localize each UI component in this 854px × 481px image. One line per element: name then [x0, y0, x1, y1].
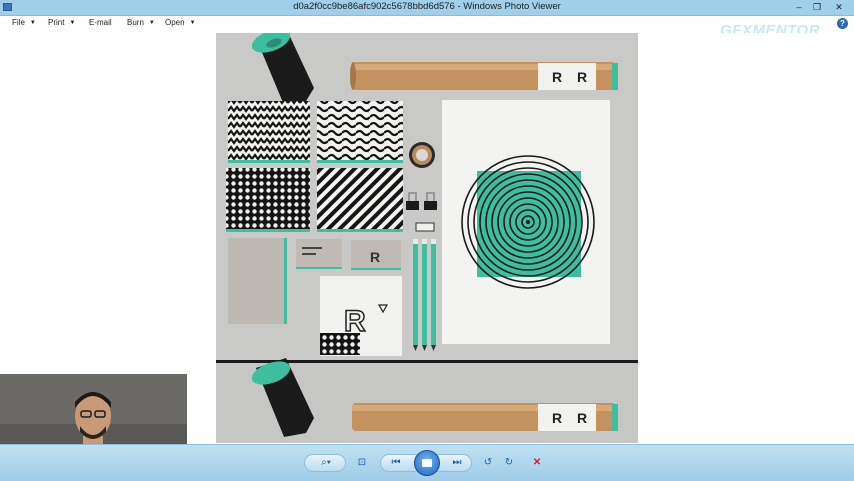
actual-size-button[interactable]: ⊡: [352, 454, 372, 472]
stationery-mockup-image: R R R R R R: [216, 33, 638, 443]
menu-burn[interactable]: Burn ▼: [127, 18, 155, 27]
svg-text:R: R: [577, 69, 587, 85]
viewer-toolbar: ⌕▾ ⊡ ⏮ ⏭ ↺ ↻ ✕: [0, 444, 854, 481]
help-icon[interactable]: ?: [837, 18, 848, 29]
menu-file[interactable]: File ▼: [12, 18, 36, 27]
envelope-and-note: R: [320, 276, 402, 356]
kraft-tube-graphic: R R: [350, 62, 618, 90]
delete-button[interactable]: ✕: [527, 454, 547, 472]
chevron-down-icon: ▾: [326, 457, 331, 468]
chevron-down-icon: ▼: [29, 20, 36, 26]
window-title: d0a2f0cc9be86afc902c5678bbd6d576 - Windo…: [293, 1, 561, 12]
menu-email-label: E-mail: [89, 18, 112, 27]
svg-text:R: R: [344, 305, 366, 338]
rotate-clockwise-button[interactable]: ↻: [499, 454, 519, 472]
menu-print[interactable]: Print ▼: [48, 18, 75, 27]
menu-file-label: File: [12, 18, 25, 27]
displayed-photo[interactable]: R R R R R R: [216, 33, 638, 443]
next-button[interactable]: ⏭: [447, 454, 467, 472]
svg-text:R: R: [577, 410, 587, 426]
menu-open[interactable]: Open ▼: [165, 18, 196, 27]
svg-text:R: R: [552, 69, 562, 85]
chevron-down-icon: ▼: [69, 20, 76, 26]
slideshow-button[interactable]: [414, 450, 440, 476]
chevron-down-icon: ▼: [148, 20, 155, 26]
close-window-button[interactable]: ✕: [828, 0, 850, 14]
restore-button[interactable]: ❐: [806, 0, 828, 14]
menu-open-label: Open: [165, 18, 185, 27]
chevron-down-icon: ▼: [189, 20, 196, 26]
previous-button[interactable]: ⏮: [386, 454, 406, 472]
teal-pencils: [413, 239, 436, 351]
svg-text:R: R: [552, 410, 562, 426]
menu-email[interactable]: E-mail: [89, 18, 112, 27]
spiral-poster: [442, 100, 610, 344]
menu-burn-label: Burn: [127, 18, 144, 27]
zoom-button[interactable]: ⌕▾: [313, 454, 339, 472]
slideshow-icon: [422, 459, 432, 467]
title-bar: d0a2f0cc9be86afc902c5678bbd6d576 - Windo…: [0, 0, 854, 16]
svg-text:R: R: [370, 249, 380, 265]
rotate-counterclockwise-button[interactable]: ↺: [478, 454, 498, 472]
menu-print-label: Print: [48, 18, 65, 27]
